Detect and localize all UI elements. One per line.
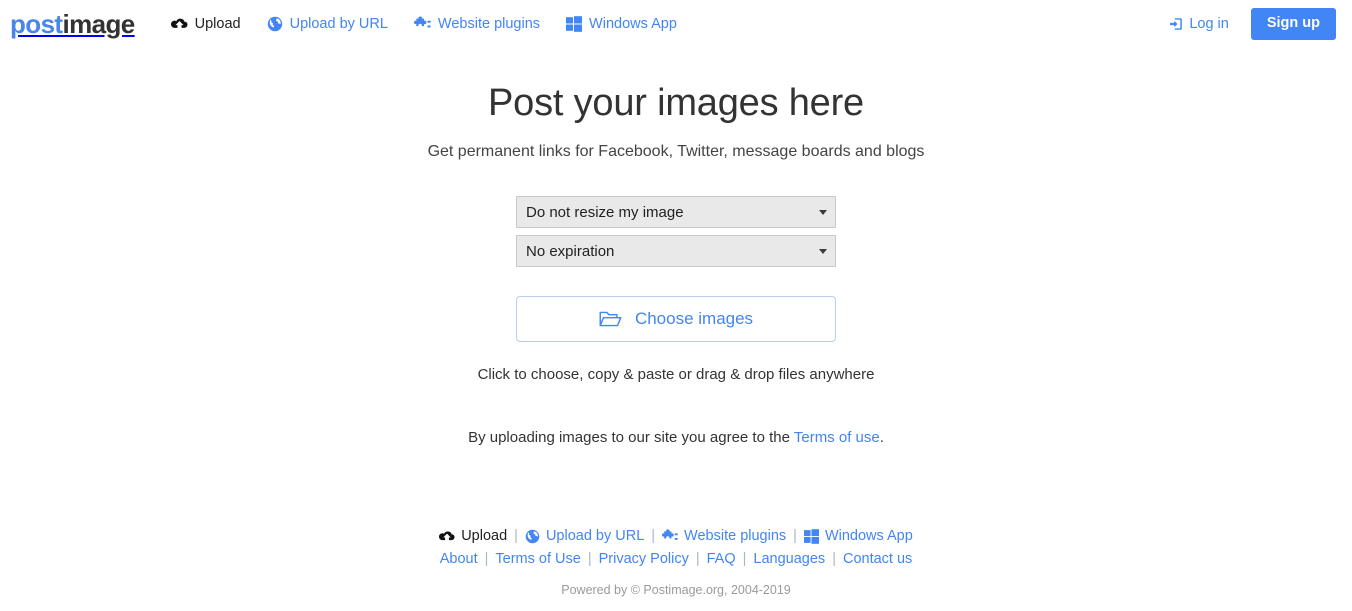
copyright-text: Powered by © Postimage.org, 2004-2019 [561,583,791,597]
footer-separator: | [742,551,747,567]
nav-item-upload[interactable]: Upload [170,16,241,32]
footer-link-terms-of-use[interactable]: Terms of Use [495,551,580,567]
nav-item-upload-by-url[interactable]: Upload by URL [267,16,388,32]
footer-link-languages[interactable]: Languages [753,551,825,567]
choose-images-button[interactable]: Choose images [516,296,836,343]
site-header: postimage Upload Upload by URL Website p… [0,0,1352,48]
nav-item-windows-app[interactable]: Windows App [566,16,677,32]
nav-item-website-plugins[interactable]: Website plugins [413,16,541,32]
login-link[interactable]: Log in [1169,16,1229,32]
footer-nav-row: Upload | Upload by URL | Website plugins… [0,528,1352,544]
footer-link-privacy-policy[interactable]: Privacy Policy [599,551,689,567]
login-link-label: Log in [1189,16,1229,32]
upload-hint: Click to choose, copy & paste or drag & … [477,366,875,384]
expiration-select-value: No expiration [526,242,615,260]
page-title: Post your images here [488,82,864,124]
footer-link-upload-by-url-label: Upload by URL [545,528,645,544]
signup-button[interactable]: Sign up [1250,8,1336,40]
chevron-down-icon [819,210,827,216]
header-account-actions: Log in Sign up [1169,8,1336,40]
footer-separator: | [587,551,592,567]
footer-separator: | [484,551,489,567]
main-content: Post your images here Get permanent link… [0,48,1352,446]
puzzle-piece-icon [413,16,431,32]
terms-agreement: By uploading images to our site you agre… [468,429,884,446]
logo-text-image: image [62,9,135,39]
sign-in-icon [1169,17,1183,31]
footer-separator: | [695,551,700,567]
nav-item-windows-app-label: Windows App [589,16,677,32]
footer-link-website-plugins-label: Website plugins [684,528,787,544]
resize-select-value: Do not resize my image [526,203,684,221]
nav-item-upload-by-url-label: Upload by URL [289,16,388,32]
footer-separator: | [832,551,836,567]
footer-link-upload-by-url[interactable]: Upload by URL [525,528,644,544]
footer-link-upload-label: Upload [461,528,508,544]
logo-text-post: post [10,9,63,39]
footer-link-windows-app[interactable]: Windows App [803,528,913,544]
terms-of-use-link[interactable]: Terms of use [794,429,880,446]
windows-logo-icon [566,16,583,32]
chevron-down-icon [819,249,827,255]
nav-item-website-plugins-label: Website plugins [437,16,541,32]
cloud-upload-icon [439,530,455,543]
terms-suffix: . [879,429,884,447]
resize-select[interactable]: Do not resize my image [516,196,836,229]
primary-nav: Upload Upload by URL Website plugins Win… [170,16,677,32]
footer-separator: | [793,528,797,544]
footer-link-upload[interactable]: Upload [439,528,507,544]
page-subtitle: Get permanent links for Facebook, Twitte… [427,142,925,160]
footer-link-windows-app-label: Windows App [824,528,913,544]
footer-link-website-plugins[interactable]: Website plugins [662,528,786,544]
upload-form: Do not resize my image No expiration Cho… [0,196,1352,446]
footer-link-contact-us[interactable]: Contact us [843,551,912,567]
footer-separator: | [651,528,656,544]
footer-separator: | [514,528,518,544]
expiration-select[interactable]: No expiration [516,235,836,268]
terms-prefix: By uploading images to our site you agre… [468,429,794,447]
footer-link-faq[interactable]: FAQ [707,551,736,567]
cloud-upload-icon [170,17,188,31]
puzzle-piece-icon [662,528,678,544]
open-folder-icon [599,310,622,329]
globe-icon [525,529,540,544]
globe-icon [267,16,283,32]
footer-link-about[interactable]: About [440,551,478,567]
choose-images-button-label: Choose images [634,309,754,329]
nav-item-upload-label: Upload [194,16,241,32]
site-footer: Upload | Upload by URL | Website plugins… [0,528,1352,611]
site-logo[interactable]: postimage [10,11,135,37]
windows-logo-icon [803,528,819,544]
footer-links-row: About | Terms of Use | Privacy Policy | FAQ | La… [0,551,1352,567]
